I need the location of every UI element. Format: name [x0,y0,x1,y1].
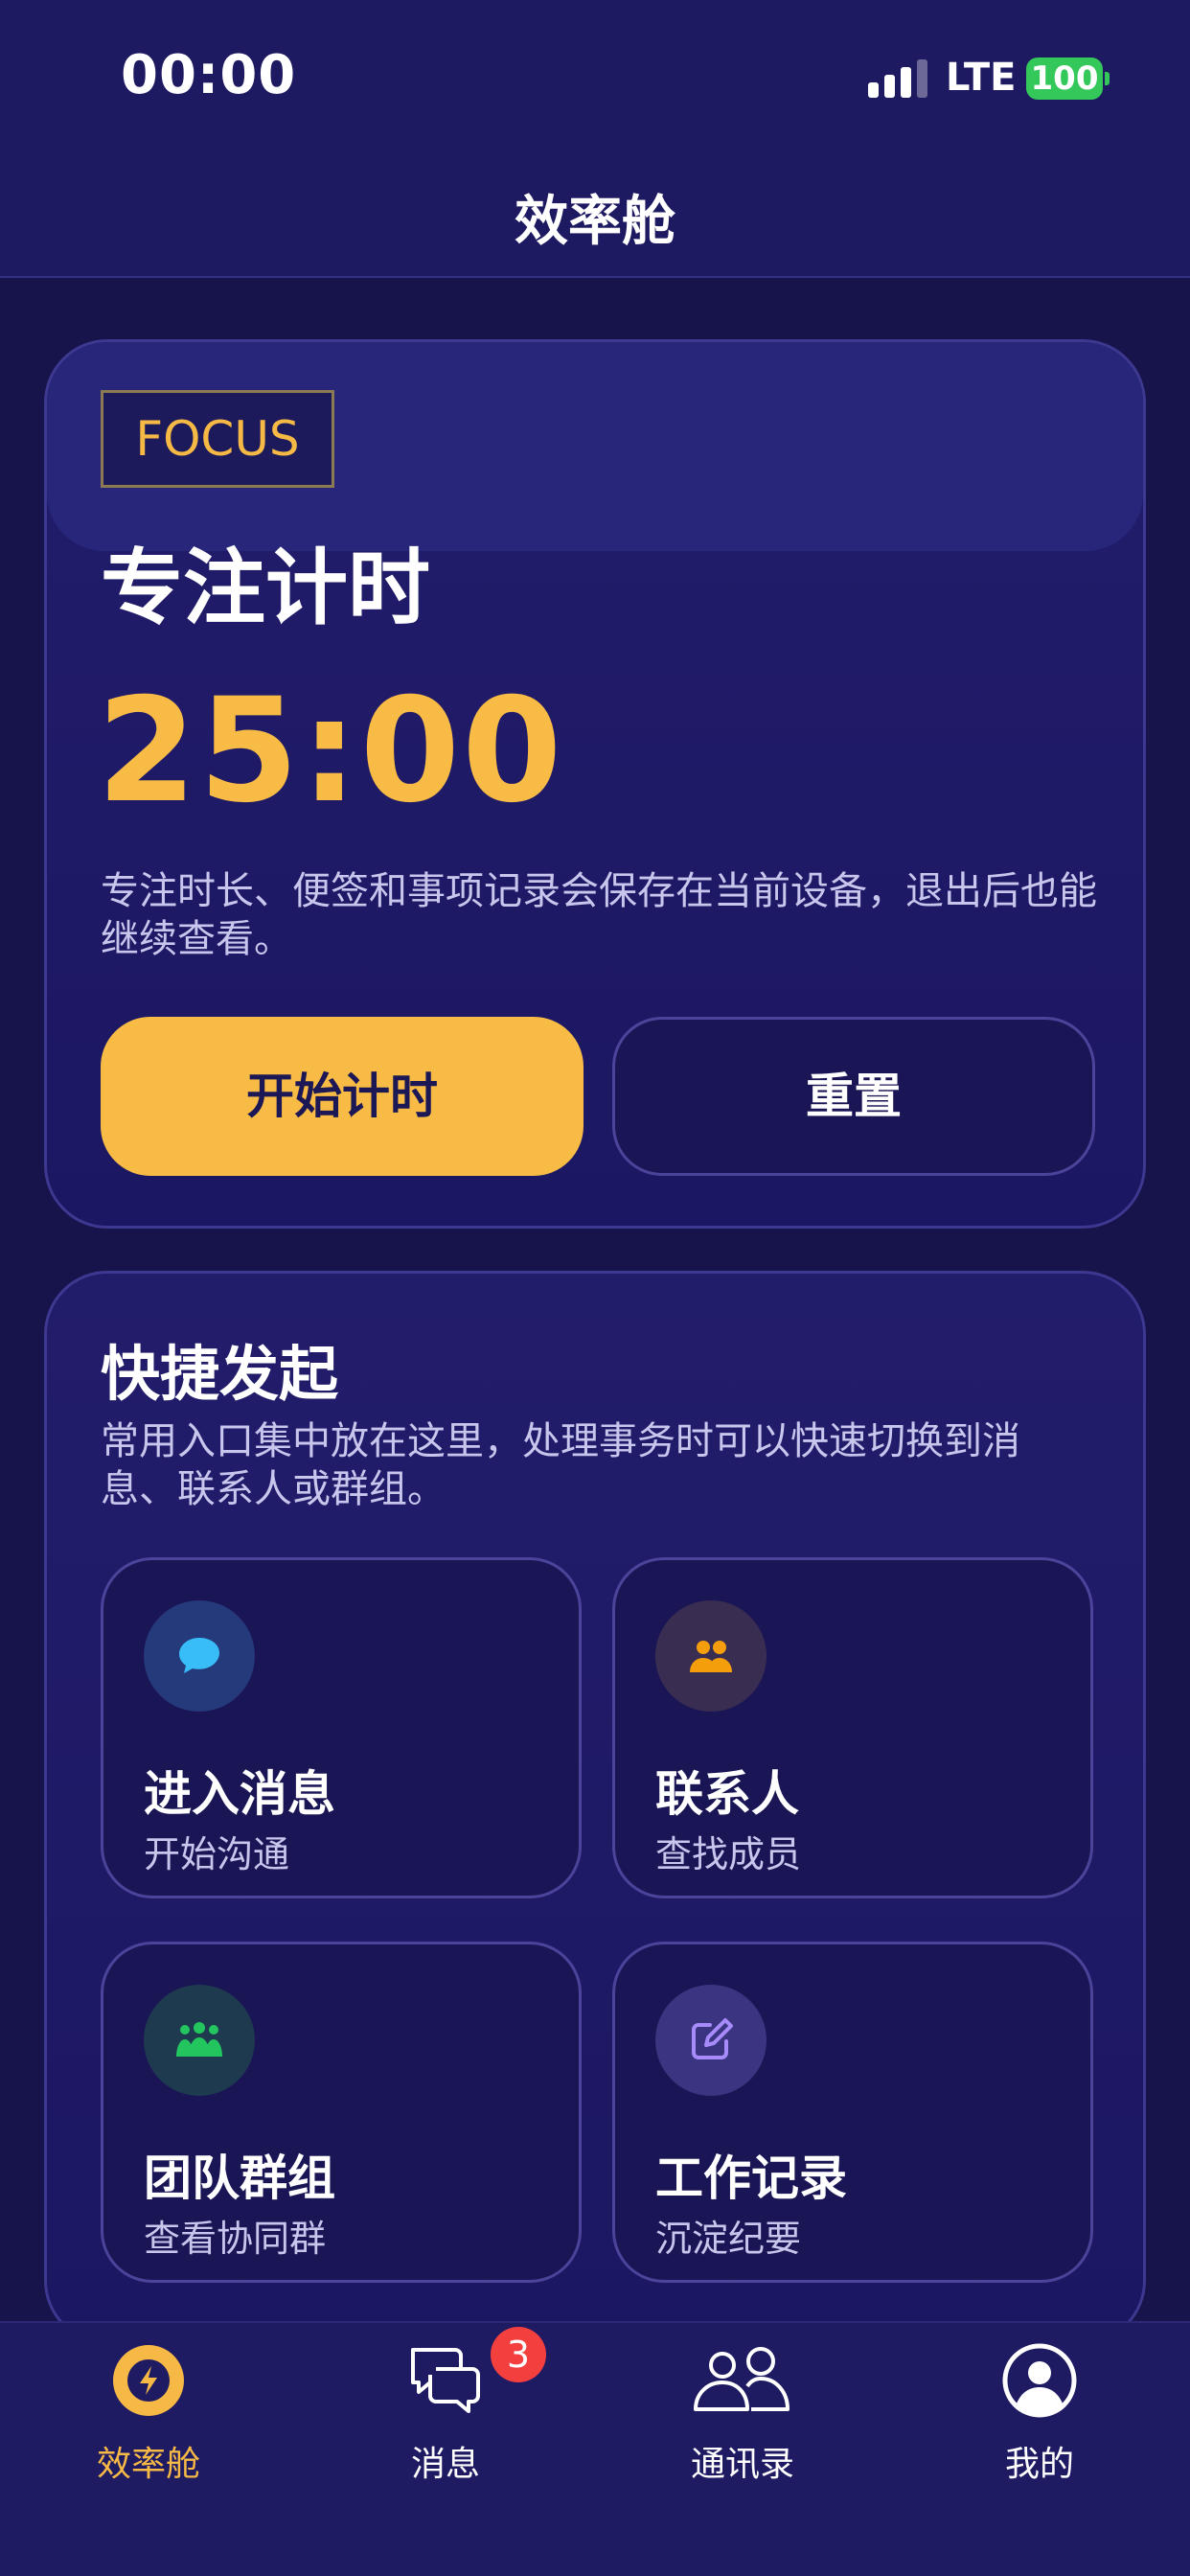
tab-messages[interactable]: 消息 [297,2323,594,2515]
tab-label: 效率舱 [96,2445,200,2484]
app-screen: 00:00 LTE 100 效率舱 FOCUS 专注计时 25:00 专注时长、… [0,0,1190,2576]
quick-actions-title: 快捷发起 [101,1339,339,1409]
status-bar: 00:00 LTE 100 [0,0,1190,144]
edit-note-icon [655,1985,767,2096]
tab-contacts[interactable]: 通讯录 [594,2323,891,2515]
focus-title: 专注计时 [101,540,430,636]
profile-icon [1002,2343,1077,2418]
nav-header: 效率舱 [0,144,1190,278]
tab-label: 消息 [410,2445,480,2484]
bottom-tab-bar: 效率舱 消息 通讯录 我的 [0,2321,1190,2576]
start-timer-button[interactable]: 开始计时 [101,1017,584,1176]
signal-strength-icon [868,58,929,98]
reset-timer-button[interactable]: 重置 [612,1017,1095,1176]
tile-subtitle: 沉淀纪要 [655,2218,802,2260]
focus-description: 专注时长、便签和事项记录会保存在当前设备，退出后也能继续查看。 [101,869,1097,961]
messages-icon [411,2348,480,2413]
tile-title: 进入消息 [144,1766,335,1822]
tile-title: 工作记录 [655,2150,847,2206]
focus-timer-card: FOCUS 专注计时 25:00 专注时长、便签和事项记录会保存在当前设备，退出… [44,339,1146,1229]
tile-subtitle: 查找成员 [655,1833,802,1875]
tile-subtitle: 开始沟通 [144,1833,290,1875]
chat-bubble-icon [144,1600,255,1712]
contacts-icon [655,1600,767,1712]
quick-tile-work-records[interactable]: 工作记录 沉淀纪要 [612,1942,1093,2283]
tab-profile[interactable]: 我的 [891,2323,1188,2515]
tile-title: 团队群组 [144,2150,335,2206]
unread-badge: 3 [491,2327,546,2382]
page-title: 效率舱 [515,191,675,253]
lightning-icon [113,2345,184,2416]
tile-title: 联系人 [655,1766,799,1822]
tab-efficiency[interactable]: 效率舱 [0,2323,297,2515]
timer-display: 25:00 [97,668,564,835]
focus-badge: FOCUS [101,390,334,488]
quick-tile-messages[interactable]: 进入消息 开始沟通 [101,1557,582,1898]
status-time: 00:00 [121,44,297,106]
contacts-tab-icon [694,2347,790,2411]
quick-actions-description: 常用入口集中放在这里，处理事务时可以快速切换到消息、联系人或群组。 [101,1419,1020,1511]
battery-icon: 100 [1026,58,1103,100]
team-group-icon [144,1985,255,2096]
quick-tile-contacts[interactable]: 联系人 查找成员 [612,1557,1093,1898]
battery-cap [1105,72,1110,85]
quick-tile-groups[interactable]: 团队群组 查看协同群 [101,1942,582,2283]
network-type: LTE [946,56,1017,100]
tab-label: 我的 [1004,2445,1074,2484]
tile-subtitle: 查看协同群 [144,2218,327,2260]
quick-actions-card: 快捷发起 常用入口集中放在这里，处理事务时可以快速切换到消息、联系人或群组。 进… [44,1271,1146,2344]
tab-label: 通讯录 [690,2445,794,2484]
